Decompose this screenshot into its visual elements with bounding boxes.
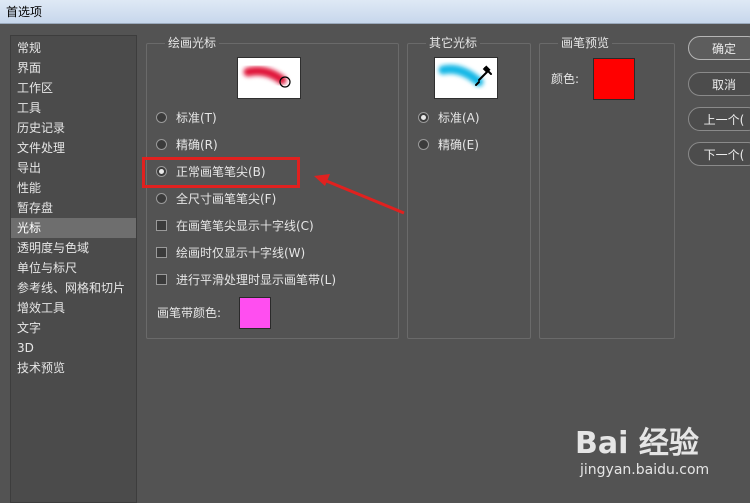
radio-other-precise-label: 精确(E) bbox=[438, 138, 479, 152]
sidebar-item-interface[interactable]: 界面 bbox=[11, 58, 136, 78]
sidebar-item-units-rulers[interactable]: 单位与标尺 bbox=[11, 258, 136, 278]
sidebar-item-3d[interactable]: 3D bbox=[11, 338, 136, 358]
sidebar-item-transparency-gamut[interactable]: 透明度与色域 bbox=[11, 238, 136, 258]
checkbox-crosshair-while-painting[interactable] bbox=[156, 247, 167, 258]
next-button[interactable]: 下一个( bbox=[688, 142, 750, 166]
watermark-logo: Bai 经验 bbox=[575, 426, 699, 461]
sidebar-item-guides-grid-slices[interactable]: 参考线、网格和切片 bbox=[11, 278, 136, 298]
prev-button[interactable]: 上一个( bbox=[688, 107, 750, 131]
checkbox-show-brush-leash-label: 进行平滑处理时显示画笔带(L) bbox=[176, 273, 337, 287]
sidebar-item-cursors[interactable]: 光标 bbox=[11, 218, 136, 238]
checkbox-show-crosshair-label: 在画笔笔尖显示十字线(C) bbox=[176, 219, 314, 233]
radio-painting-standard-label: 标准(T) bbox=[176, 111, 217, 125]
cancel-button[interactable]: 取消 bbox=[688, 72, 750, 96]
radio-painting-precise-label: 精确(R) bbox=[176, 138, 218, 152]
painting-cursor-preview bbox=[237, 57, 301, 99]
brush-preview-color-swatch[interactable] bbox=[593, 58, 635, 100]
sidebar-item-file-handling[interactable]: 文件处理 bbox=[11, 138, 136, 158]
sidebar-item-type[interactable]: 文字 bbox=[11, 318, 136, 338]
sidebar-item-technology-previews[interactable]: 技术预览 bbox=[11, 358, 136, 378]
sidebar-item-scratch-disks[interactable]: 暂存盘 bbox=[11, 198, 136, 218]
brush-preview-color-label: 颜色: bbox=[551, 72, 580, 86]
baidu-jingyan-watermark: Bai 经验 jingyan.baidu.com bbox=[575, 418, 745, 488]
preferences-sidebar: 常规 界面 工作区 工具 历史记录 文件处理 导出 性能 暂存盘 光标 透明度与… bbox=[10, 35, 137, 503]
checkbox-show-brush-leash[interactable] bbox=[156, 274, 167, 285]
sidebar-item-tools[interactable]: 工具 bbox=[11, 98, 136, 118]
radio-painting-full-size-brush-tip-label: 全尺寸画笔笔尖(F) bbox=[176, 192, 277, 206]
radio-painting-precise[interactable] bbox=[156, 139, 167, 150]
painting-cursors-title: 绘画光标 bbox=[165, 35, 220, 51]
radio-other-standard[interactable] bbox=[418, 112, 429, 123]
checkbox-crosshair-while-painting-label: 绘画时仅显示十字线(W) bbox=[176, 246, 306, 260]
window-title: 首选项 bbox=[6, 5, 43, 19]
sidebar-item-general[interactable]: 常规 bbox=[11, 38, 136, 58]
brush-leash-color-label: 画笔带颜色: bbox=[157, 306, 222, 320]
sidebar-item-plugins[interactable]: 增效工具 bbox=[11, 298, 136, 318]
other-cursor-preview bbox=[434, 57, 498, 99]
sidebar-item-performance[interactable]: 性能 bbox=[11, 178, 136, 198]
sidebar-item-workspace[interactable]: 工作区 bbox=[11, 78, 136, 98]
radio-painting-standard[interactable] bbox=[156, 112, 167, 123]
other-cursors-title: 其它光标 bbox=[426, 35, 481, 51]
ok-button[interactable]: 确定 bbox=[688, 36, 750, 60]
radio-other-precise[interactable] bbox=[418, 139, 429, 150]
sidebar-item-history-log[interactable]: 历史记录 bbox=[11, 118, 136, 138]
annotation-highlight-box bbox=[142, 157, 300, 188]
sidebar-item-export[interactable]: 导出 bbox=[11, 158, 136, 178]
brush-leash-color-swatch[interactable] bbox=[239, 297, 271, 329]
checkbox-show-crosshair[interactable] bbox=[156, 220, 167, 231]
annotation-arrow-icon bbox=[314, 174, 405, 215]
brush-preview-title: 画笔预览 bbox=[558, 35, 613, 51]
title-bar: 首选项 bbox=[0, 0, 750, 24]
watermark-url: jingyan.baidu.com bbox=[580, 462, 710, 478]
radio-painting-full-size-brush-tip[interactable] bbox=[156, 193, 167, 204]
radio-other-standard-label: 标准(A) bbox=[438, 111, 480, 125]
